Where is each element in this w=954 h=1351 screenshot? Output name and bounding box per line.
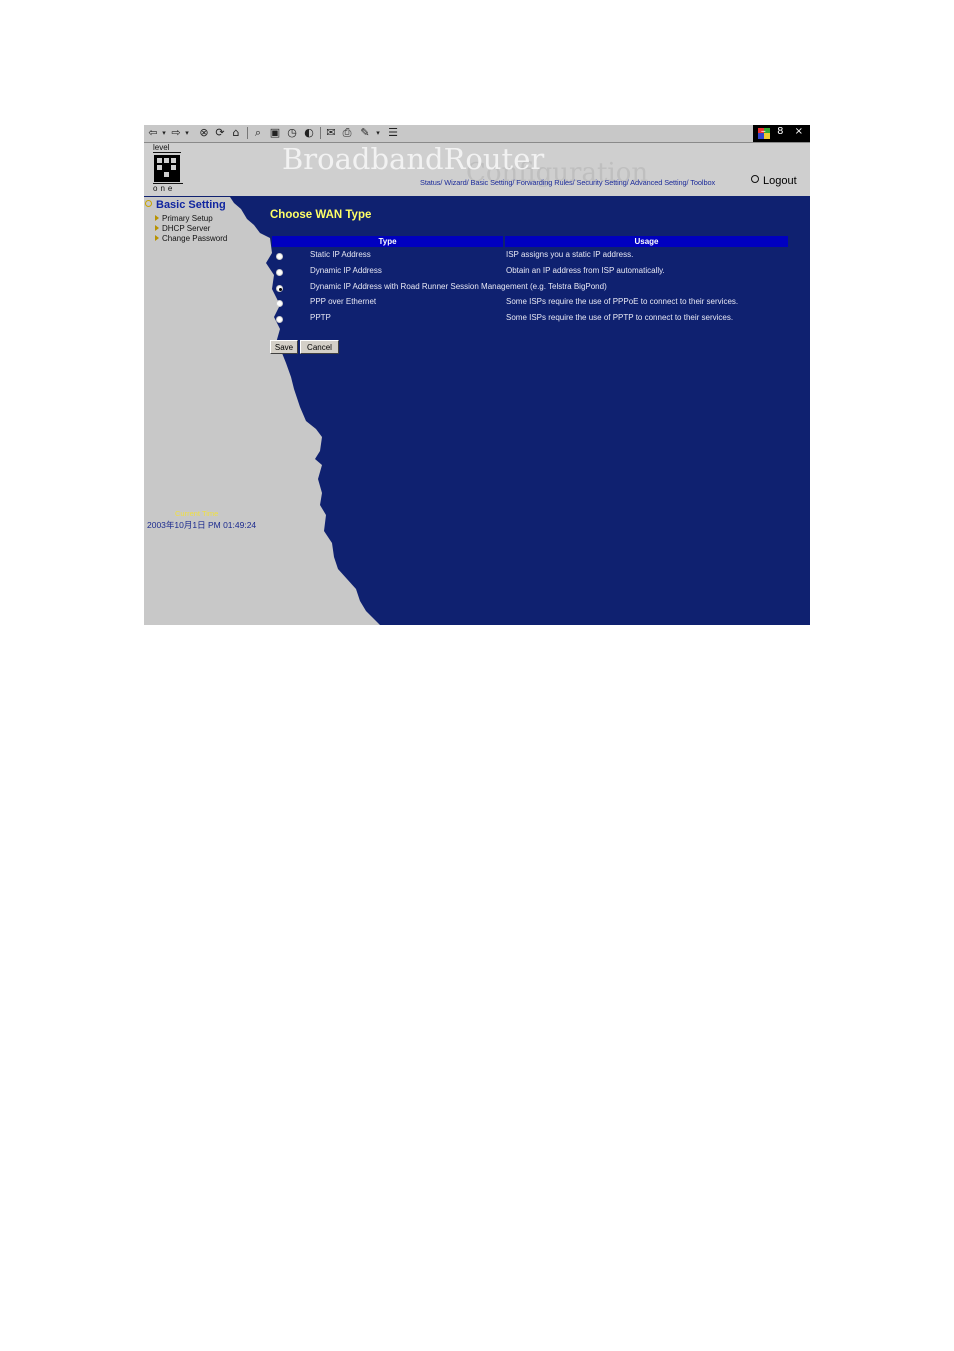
history-icon[interactable]: ◷ xyxy=(286,127,298,139)
wan-type-label: Dynamic IP Address xyxy=(310,266,382,275)
dropdown-icon[interactable]: ▾ xyxy=(161,127,167,139)
wan-type-radio[interactable] xyxy=(276,300,283,307)
logo-mark xyxy=(154,155,180,182)
table-row: Dynamic IP Address Obtain an IP address … xyxy=(272,266,788,278)
triangle-right-icon xyxy=(155,235,159,241)
sidebar-title-label: Basic Setting xyxy=(156,199,226,211)
save-button[interactable]: Save xyxy=(270,340,298,354)
window-controls: – 8 × xyxy=(753,125,810,142)
logout-link[interactable]: Logout xyxy=(751,175,797,187)
sidebar-item-label: Change Password xyxy=(162,234,228,243)
current-time-value: 2003年10月1日 PM 01:49:24 xyxy=(147,520,257,530)
home-icon[interactable]: ⌂ xyxy=(230,127,242,139)
page-title: Choose WAN Type xyxy=(270,209,372,221)
stop-icon[interactable]: ⊗ xyxy=(198,127,210,139)
back-icon[interactable]: ⇦ xyxy=(147,127,159,139)
sidebar-title[interactable]: Basic Setting xyxy=(145,199,226,211)
cancel-button[interactable]: Cancel xyxy=(300,340,339,354)
dropdown-icon[interactable]: ▾ xyxy=(184,127,190,139)
dropdown-icon[interactable]: ▾ xyxy=(375,127,381,139)
window-buttons[interactable]: – 8 × xyxy=(761,126,807,137)
sidebar-item-label: DHCP Server xyxy=(162,224,211,233)
levelone-logo: level one xyxy=(153,144,183,193)
forward-icon[interactable]: ⇨ xyxy=(170,127,182,139)
wan-type-label: Dynamic IP Address with Road Runner Sess… xyxy=(310,282,607,291)
wan-usage-text: Obtain an IP address from ISP automatica… xyxy=(506,266,665,275)
sidebar-item-change-password[interactable]: Change Password xyxy=(155,234,227,243)
toolbar-separator xyxy=(320,127,321,139)
current-time-label: Current Time xyxy=(175,509,219,518)
wan-type-radio[interactable] xyxy=(276,253,283,260)
browser-screenshot: ⇦ ▾ ⇨ ▾ ⊗ ⟳ ⌂ ⌕ ▣ ◷ ◐ ✉ ⎙ ✎ ▾ ☰ – 8 × le… xyxy=(144,125,810,625)
search-icon[interactable]: ⌕ xyxy=(252,127,264,139)
header-nav-links[interactable]: Status/ Wizard/ Basic Setting/ Forwardin… xyxy=(420,178,715,187)
wan-type-radio[interactable] xyxy=(276,269,283,276)
wan-usage-text: Some ISPs require the use of PPPoE to co… xyxy=(506,297,739,306)
print-icon[interactable]: ⎙ xyxy=(341,127,353,139)
table-row: PPP over Ethernet Some ISPs require the … xyxy=(272,297,788,309)
wan-usage-text: Some ISPs require the use of PPTP to con… xyxy=(506,313,734,322)
wan-usage-text: ISP assigns you a static IP address. xyxy=(506,250,634,259)
wan-type-radio[interactable] xyxy=(276,316,283,323)
sidebar-item-label: Primary Setup xyxy=(162,214,213,223)
sidebar-item-dhcp-server[interactable]: DHCP Server xyxy=(155,224,210,233)
mail-icon[interactable]: ✉ xyxy=(325,127,337,139)
browser-toolbar: ⇦ ▾ ⇨ ▾ ⊗ ⟳ ⌂ ⌕ ▣ ◷ ◐ ✉ ⎙ ✎ ▾ ☰ – 8 × xyxy=(144,125,810,143)
triangle-right-icon xyxy=(155,225,159,231)
discuss-icon[interactable]: ☰ xyxy=(387,127,399,139)
wan-type-label: Static IP Address xyxy=(310,250,371,259)
router-header: level one Configuration BroadbandRouter … xyxy=(144,142,810,196)
favorites-icon[interactable]: ▣ xyxy=(269,127,281,139)
column-header-type: Type xyxy=(272,236,503,247)
logo-bottom-text: one xyxy=(153,183,183,193)
wan-type-label: PPTP xyxy=(310,313,331,322)
table-row: Static IP Address ISP assigns you a stat… xyxy=(272,250,788,262)
circle-icon xyxy=(145,200,152,207)
toolbar-separator xyxy=(247,127,248,139)
table-row: PPTP Some ISPs require the use of PPTP t… xyxy=(272,313,788,325)
wan-type-label: PPP over Ethernet xyxy=(310,297,377,306)
logout-label: Logout xyxy=(763,175,797,187)
media-icon[interactable]: ◐ xyxy=(303,127,315,139)
edit-icon[interactable]: ✎ xyxy=(359,127,371,139)
header-title: BroadbandRouter xyxy=(282,142,545,176)
column-header-usage: Usage xyxy=(505,236,788,247)
logo-grid-icon xyxy=(154,155,180,182)
circle-icon xyxy=(751,175,759,183)
refresh-icon[interactable]: ⟳ xyxy=(214,127,226,139)
table-row: Dynamic IP Address with Road Runner Sess… xyxy=(272,282,788,294)
logo-top-text: level xyxy=(153,144,181,153)
sidebar-item-primary-setup[interactable]: Primary Setup xyxy=(155,214,213,223)
triangle-right-icon xyxy=(155,215,159,221)
wan-type-radio[interactable] xyxy=(276,285,283,292)
